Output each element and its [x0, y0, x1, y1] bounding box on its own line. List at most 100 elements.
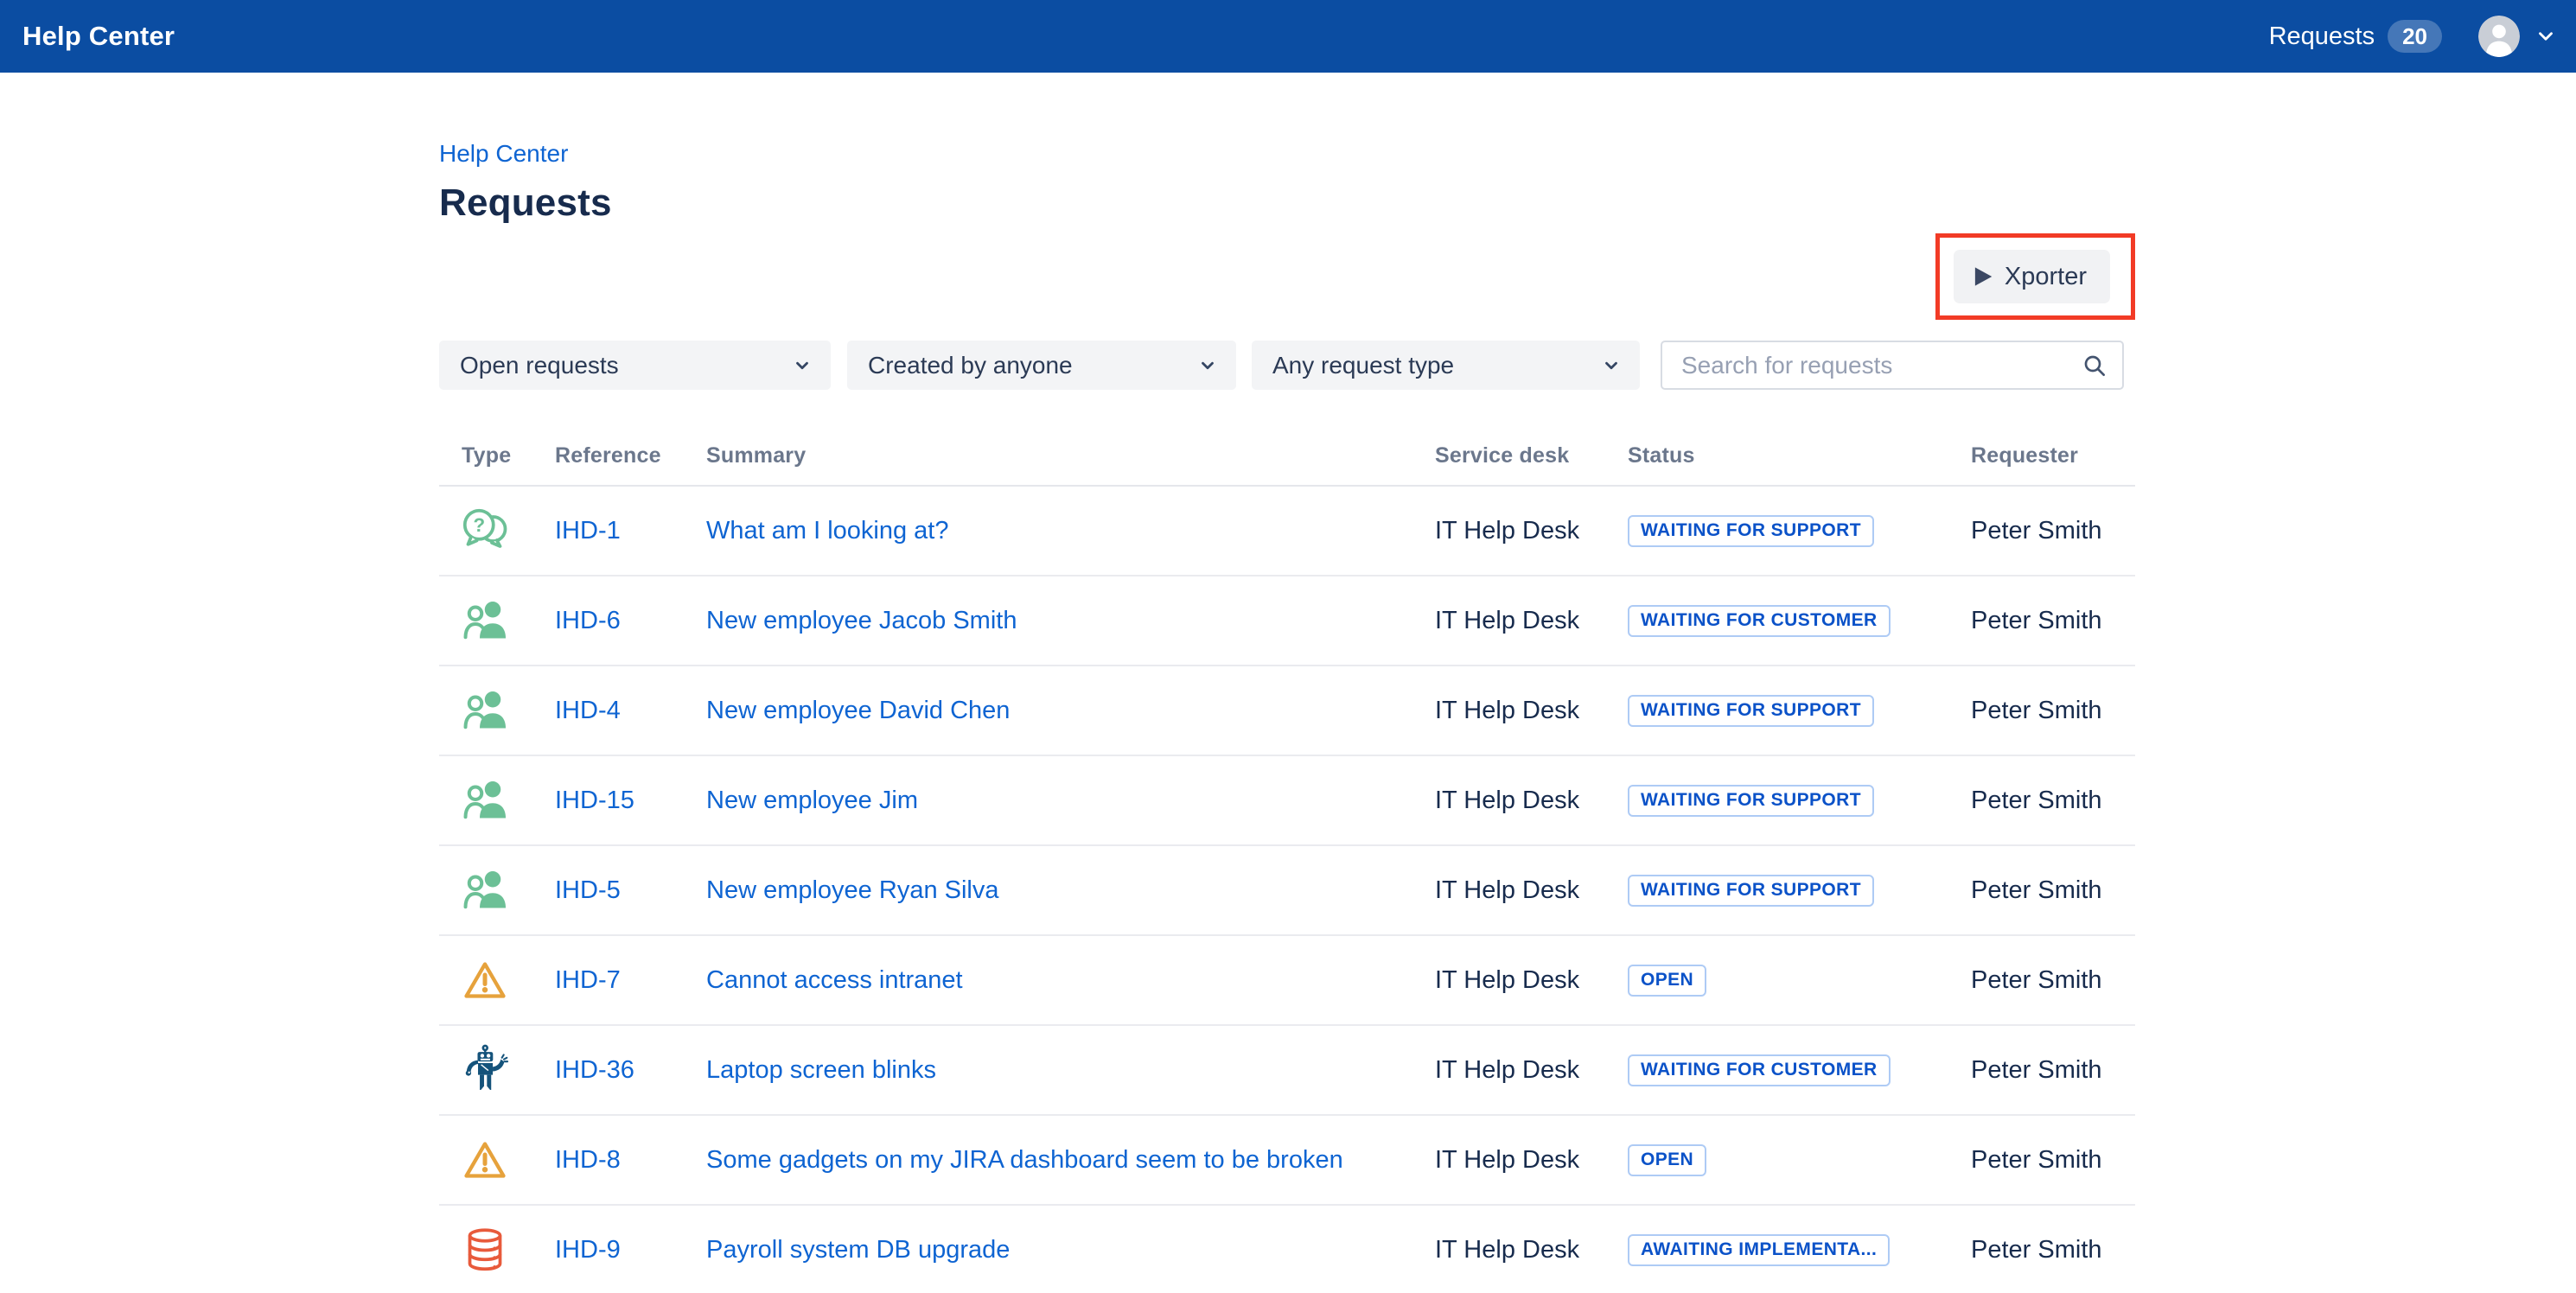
question-bubbles-icon: ?	[458, 504, 512, 557]
column-header-requester: Requester	[1971, 443, 2135, 468]
service-desk-value: IT Help Desk	[1435, 1236, 1628, 1264]
service-desk-value: IT Help Desk	[1435, 787, 1628, 815]
search-box	[1661, 341, 2124, 390]
requester-value: Peter Smith	[1971, 787, 2135, 815]
brand-title: Help Center	[22, 21, 175, 52]
request-summary-link[interactable]: Payroll system DB upgrade	[706, 1236, 1010, 1264]
top-navbar: Help Center Requests 20	[0, 0, 2576, 73]
column-header-reference: Reference	[555, 443, 706, 468]
new-employee-icon	[458, 863, 512, 917]
request-type-filter-value: Any request type	[1272, 352, 1454, 379]
requests-count-badge: 20	[2388, 20, 2442, 53]
requester-value: Peter Smith	[1971, 966, 2135, 995]
new-employee-icon	[458, 774, 512, 827]
database-icon	[458, 1223, 512, 1277]
xporter-button-label: Xporter	[2005, 263, 2087, 291]
requester-value: Peter Smith	[1971, 1056, 2135, 1085]
table-row: ? IHD-1 What am I looking at? IT Help De…	[439, 487, 2135, 576]
xporter-toolbar-row: Xporter	[439, 233, 2135, 320]
chevron-down-icon	[793, 356, 812, 375]
created-by-filter-value: Created by anyone	[868, 352, 1073, 379]
request-reference-link[interactable]: IHD-9	[555, 1236, 621, 1264]
chevron-down-icon	[1198, 356, 1217, 375]
request-reference-link[interactable]: IHD-4	[555, 697, 621, 724]
avatar-person-icon	[2478, 16, 2520, 57]
breadcrumb-help-center-link[interactable]: Help Center	[439, 140, 568, 167]
request-reference-link[interactable]: IHD-7	[555, 966, 621, 994]
request-status-filter-dropdown[interactable]: Open requests	[439, 341, 831, 390]
search-icon	[2081, 352, 2108, 379]
request-reference-link[interactable]: IHD-1	[555, 517, 621, 545]
status-badge: WAITING FOR SUPPORT	[1628, 785, 1874, 817]
page-title: Requests	[439, 182, 2135, 225]
column-header-summary: Summary	[706, 443, 1435, 468]
created-by-filter-dropdown[interactable]: Created by anyone	[847, 341, 1236, 390]
request-summary-link[interactable]: New employee Jacob Smith	[706, 607, 1017, 634]
main-content: Help Center Requests Xporter Open reques…	[439, 73, 2135, 1293]
request-reference-link[interactable]: IHD-6	[555, 607, 621, 634]
status-badge: WAITING FOR SUPPORT	[1628, 695, 1874, 727]
status-badge: AWAITING IMPLEMENTA...	[1628, 1234, 1890, 1266]
user-avatar[interactable]	[2478, 16, 2520, 57]
request-reference-link[interactable]: IHD-8	[555, 1146, 621, 1174]
requester-value: Peter Smith	[1971, 517, 2135, 545]
table-row: IHD-4 New employee David Chen IT Help De…	[439, 666, 2135, 756]
filter-bar: Open requests Created by anyone Any requ…	[439, 341, 2135, 390]
requests-table: Type Reference Summary Service desk Stat…	[439, 390, 2135, 1293]
search-input[interactable]	[1680, 351, 2081, 380]
request-summary-link[interactable]: Some gadgets on my JIRA dashboard seem t…	[706, 1146, 1343, 1174]
svg-text:?: ?	[473, 514, 485, 536]
request-summary-link[interactable]: What am I looking at?	[706, 517, 948, 545]
column-header-type: Type	[439, 443, 555, 468]
service-desk-value: IT Help Desk	[1435, 697, 1628, 725]
warning-icon	[458, 953, 512, 1007]
request-reference-link[interactable]: IHD-15	[555, 787, 634, 814]
breadcrumb: Help Center	[439, 73, 2135, 169]
table-header-row: Type Reference Summary Service desk Stat…	[439, 390, 2135, 487]
request-reference-link[interactable]: IHD-36	[555, 1056, 634, 1084]
new-employee-icon	[458, 594, 512, 647]
help-center-requests-page: Help Center Requests 20 Help Center Requ…	[0, 0, 2576, 1293]
request-type-filter-dropdown[interactable]: Any request type	[1252, 341, 1640, 390]
service-desk-value: IT Help Desk	[1435, 1056, 1628, 1085]
xporter-button[interactable]: Xporter	[1954, 250, 2110, 303]
requester-value: Peter Smith	[1971, 876, 2135, 905]
status-badge: WAITING FOR CUSTOMER	[1628, 1054, 1891, 1086]
request-status-filter-value: Open requests	[460, 352, 619, 379]
nav-requests-link[interactable]: Requests 20	[2269, 20, 2442, 53]
status-badge: OPEN	[1628, 1144, 1706, 1176]
service-desk-value: IT Help Desk	[1435, 607, 1628, 635]
service-desk-value: IT Help Desk	[1435, 876, 1628, 905]
request-summary-link[interactable]: New employee Jim	[706, 787, 918, 814]
chevron-down-icon	[1602, 356, 1621, 375]
service-desk-value: IT Help Desk	[1435, 1146, 1628, 1175]
profile-menu-chevron-down-icon[interactable]	[2535, 25, 2557, 48]
status-badge: WAITING FOR CUSTOMER	[1628, 605, 1891, 637]
xporter-play-icon	[1969, 264, 1995, 290]
table-row: IHD-7 Cannot access intranet IT Help Des…	[439, 936, 2135, 1026]
request-summary-link[interactable]: Cannot access intranet	[706, 966, 963, 994]
request-summary-link[interactable]: New employee David Chen	[706, 697, 1010, 724]
column-header-status: Status	[1628, 443, 1971, 468]
service-desk-value: IT Help Desk	[1435, 966, 1628, 995]
requester-value: Peter Smith	[1971, 1236, 2135, 1264]
table-row: IHD-6 New employee Jacob Smith IT Help D…	[439, 576, 2135, 666]
requester-value: Peter Smith	[1971, 607, 2135, 635]
service-desk-value: IT Help Desk	[1435, 517, 1628, 545]
table-body: ? IHD-1 What am I looking at? IT Help De…	[439, 487, 2135, 1293]
warning-icon	[458, 1133, 512, 1187]
table-row: IHD-15 New employee Jim IT Help Desk WAI…	[439, 756, 2135, 846]
request-summary-link[interactable]: New employee Ryan Silva	[706, 876, 998, 904]
requester-value: Peter Smith	[1971, 1146, 2135, 1175]
table-row: IHD-36 Laptop screen blinks IT Help Desk…	[439, 1026, 2135, 1116]
column-header-service-desk: Service desk	[1435, 443, 1628, 468]
status-badge: WAITING FOR SUPPORT	[1628, 515, 1874, 547]
annotation-highlight-box: Xporter	[1935, 233, 2135, 320]
table-row: IHD-5 New employee Ryan Silva IT Help De…	[439, 846, 2135, 936]
status-badge: WAITING FOR SUPPORT	[1628, 875, 1874, 907]
table-row: IHD-8 Some gadgets on my JIRA dashboard …	[439, 1116, 2135, 1206]
nav-requests-label: Requests	[2269, 22, 2375, 51]
request-reference-link[interactable]: IHD-5	[555, 876, 621, 904]
table-row: IHD-9 Payroll system DB upgrade IT Help …	[439, 1206, 2135, 1293]
request-summary-link[interactable]: Laptop screen blinks	[706, 1056, 936, 1084]
